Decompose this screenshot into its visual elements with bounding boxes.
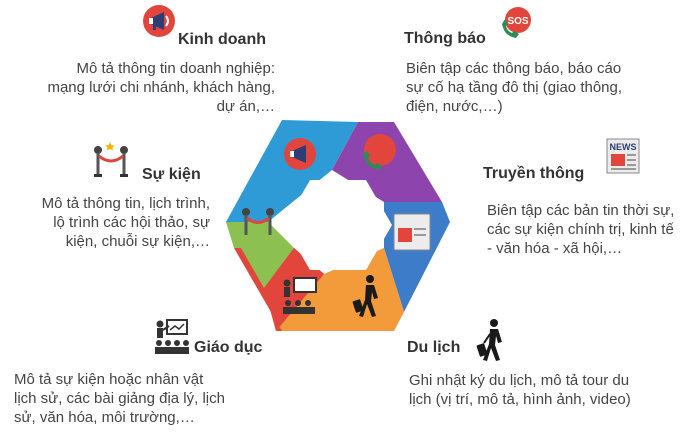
notice-description: Biên tập các thông báo, báo cáo sự cố hạ… xyxy=(406,60,623,115)
megaphone-icon xyxy=(143,5,175,37)
business-title: Kinh doanh xyxy=(178,31,266,48)
hex-megaphone-icon xyxy=(284,138,316,170)
travel-title: Du lịch xyxy=(407,339,461,356)
hex-news-icon xyxy=(393,213,431,251)
education-title: Giáo dục xyxy=(194,339,263,356)
hexagon-diagram xyxy=(226,120,450,331)
red-carpet-icon xyxy=(94,142,128,177)
sos-phone-icon: SOS xyxy=(502,7,531,38)
classroom-icon xyxy=(155,319,189,354)
media-description: Biên tập các bản tin thời sự, các sự kiệ… xyxy=(487,202,675,257)
notice-title: Thông báo xyxy=(404,30,486,47)
news-label: NEWS xyxy=(610,142,637,152)
traveler-icon xyxy=(476,319,502,361)
travel-description: Ghi nhật ký du lịch, mô tả tour du lịch … xyxy=(409,372,631,408)
events-description: Mô tả thông tin, lịch trình, lộ trình cá… xyxy=(41,195,210,250)
education-description: Mô tả sự kiện hoặc nhân vật lịch sử, các… xyxy=(14,371,225,426)
events-title: Sự kiện xyxy=(142,166,201,183)
business-description: Mô tả thông tin doanh nghiệp: mạng lưới … xyxy=(47,60,275,115)
news-icon: NEWS xyxy=(606,138,640,174)
media-title: Truyền thông xyxy=(483,165,585,182)
sos-label: SOS xyxy=(507,16,528,27)
